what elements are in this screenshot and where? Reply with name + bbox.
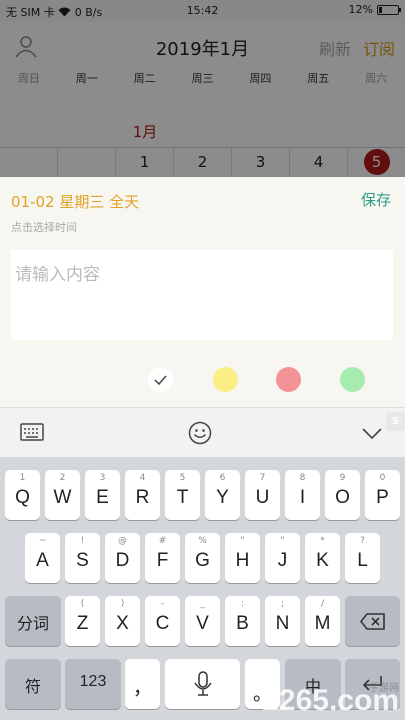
color-green-option[interactable] [340, 367, 365, 392]
key-o[interactable]: 9O [325, 470, 360, 520]
keyboard-icon[interactable] [20, 423, 44, 445]
sogou-logo-icon: S [386, 412, 405, 431]
key-i[interactable]: 8I [285, 470, 320, 520]
month-label: 1月 [132, 123, 158, 141]
date-cell[interactable]: 1 [115, 148, 173, 177]
key-q[interactable]: 1Q [5, 470, 40, 520]
key-z[interactable]: (Z [65, 596, 100, 646]
segment-button[interactable]: 分词 [5, 596, 61, 646]
soft-keyboard: 1Q 2W 3E 4R 5T 6Y 7U 8I 9O 0P ~ A ! S @ D #… [0, 457, 405, 720]
space-voice-key[interactable] [165, 659, 240, 709]
key-f[interactable]: # F [145, 533, 180, 583]
key-d[interactable]: @ D [105, 533, 140, 583]
weekday-header: 周日 周一 周二 周三 周四 周五 周六 [0, 70, 405, 90]
backspace-icon [360, 613, 385, 630]
key-y[interactable]: 6Y [205, 470, 240, 520]
key-g[interactable]: % G [185, 533, 220, 583]
date-row: 1 2 3 4 5 [0, 148, 405, 177]
check-icon [154, 375, 167, 385]
calendar-header: 2019年1月 刷新 订阅 [0, 22, 405, 70]
today-date: 5 [363, 149, 390, 175]
weekday-label: 周四 [249, 72, 272, 85]
keyboard-toolbar: S [0, 407, 405, 457]
status-right: 12% [348, 3, 401, 16]
key-b[interactable]: :B [225, 596, 260, 646]
comma-key[interactable]: ， [125, 659, 160, 709]
emoji-icon[interactable] [188, 421, 212, 449]
key-l[interactable]: ? L [345, 533, 380, 583]
key-v[interactable]: _ V [185, 596, 220, 646]
weekday-label: 周二 [133, 72, 156, 85]
color-yellow-option[interactable] [213, 367, 238, 392]
key-n[interactable]: ; N [265, 596, 300, 646]
key-w[interactable]: 2W [45, 470, 80, 520]
status-time: 15:42 [186, 4, 219, 17]
color-picker [0, 367, 405, 393]
key-k[interactable]: * K [305, 533, 340, 583]
select-time-hint[interactable]: 点击选择时间 [11, 219, 77, 235]
key-r[interactable]: 4R [125, 470, 160, 520]
date-cell[interactable] [57, 148, 115, 177]
date-cell[interactable] [0, 148, 57, 177]
key-a[interactable]: ~ A [25, 533, 60, 583]
weekday-label: 周三 [191, 72, 214, 85]
key-s[interactable]: ! S [65, 533, 100, 583]
watermark-logo: 2265.com [262, 684, 399, 717]
calendar-view: 2019年1月 刷新 订阅 周日 周一 周二 周三 周四 周五 周六 1月 1 … [0, 22, 405, 177]
key-h[interactable]: " H [225, 533, 260, 583]
weekday-label: 周一 [75, 72, 98, 85]
event-date-line[interactable]: 01-02 星期三 全天 [11, 191, 139, 212]
refresh-button[interactable]: 刷新 [319, 36, 351, 60]
save-button[interactable]: 保存 [361, 189, 391, 210]
date-cell[interactable]: 2 [173, 148, 231, 177]
backspace-button[interactable] [345, 596, 400, 646]
chevron-down-icon[interactable] [362, 425, 382, 444]
weekday-label: 周日 [17, 72, 40, 85]
color-white-option[interactable] [148, 367, 173, 392]
key-t[interactable]: 5T [165, 470, 200, 520]
date-cell[interactable]: 3 [231, 148, 289, 177]
key-j[interactable]: " J [265, 533, 300, 583]
key-m[interactable]: / M [305, 596, 340, 646]
date-cell[interactable]: 4 [289, 148, 347, 177]
symbols-button[interactable]: 符 [5, 659, 61, 709]
weekday-label: 周五 [307, 72, 330, 85]
key-x[interactable]: ) X [105, 596, 140, 646]
key-e[interactable]: 3E [85, 470, 120, 520]
weekday-label: 周六 [365, 72, 388, 85]
battery-icon [377, 4, 401, 15]
microphone-icon [194, 671, 212, 696]
subscribe-button[interactable]: 订阅 [363, 36, 395, 60]
event-editor-panel: 01-02 星期三 全天 保存 点击选择时间 [0, 177, 405, 407]
key-c[interactable]: -C [145, 596, 180, 646]
status-bar: 无 SIM 卡 0 B/s 15:42 12% [0, 0, 405, 22]
key-u[interactable]: 7U [245, 470, 280, 520]
key-p[interactable]: 0P [365, 470, 400, 520]
event-content-input[interactable] [11, 250, 393, 340]
color-red-option[interactable] [276, 367, 301, 392]
date-cell-today[interactable]: 5 [347, 148, 405, 177]
numbers-button[interactable]: 123 [65, 659, 121, 709]
battery-percent: 12% [348, 3, 373, 16]
